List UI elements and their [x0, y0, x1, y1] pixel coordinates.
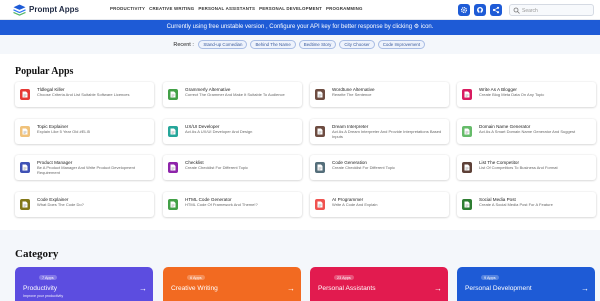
- app-card[interactable]: Checklist Create Checklist For Different …: [163, 155, 302, 180]
- document-icon: [315, 199, 325, 210]
- category-name: Personal Development: [465, 285, 532, 292]
- app-description: Choose Criteria And List Suitable Softwa…: [37, 92, 130, 97]
- app-count-badge: 9 Apps: [481, 275, 499, 280]
- app-description: HTML Code Of Framework And Theme!?: [185, 202, 258, 207]
- app-description: List Of Competitors To Business And Form…: [479, 165, 558, 170]
- app-description: Write A Code And Explain: [332, 202, 378, 207]
- app-description: Correct The Grammer And Make It Suitable…: [185, 92, 285, 97]
- document-icon: [168, 199, 178, 210]
- settings-button[interactable]: [458, 4, 470, 16]
- app-card[interactable]: Tldlegal Killer Choose Criteria And List …: [15, 82, 154, 107]
- recent-chip[interactable]: City Chooser: [339, 40, 375, 49]
- search-icon: [513, 7, 520, 14]
- app-card[interactable]: HTML Code Generator HTML Code Of Framewor…: [163, 192, 302, 217]
- popular-apps-section: Popular Apps Tldlegal Killer Choose Crite…: [0, 54, 600, 230]
- document-icon: [315, 162, 325, 173]
- github-button[interactable]: [474, 4, 486, 16]
- app-card[interactable]: Wordtune Alternative Rewrite The Sentence: [310, 82, 449, 107]
- category-name: Productivity: [23, 285, 58, 292]
- share-button[interactable]: [490, 4, 502, 16]
- document-icon: [20, 126, 30, 137]
- app-card[interactable]: Grammerly Alternative Correct The Grammer…: [163, 82, 302, 107]
- api-key-banner: Currently using free unstable version , …: [0, 20, 600, 35]
- app-description: Act As A Dream Interpreter And Provide I…: [332, 129, 442, 139]
- app-card[interactable]: List The Competitor List Of Competitors T…: [457, 155, 596, 180]
- app-description: Create A Social Media Post For A Feature: [479, 202, 553, 207]
- recent-chip[interactable]: Behind The Name: [250, 40, 296, 49]
- app-card[interactable]: Product Manager Be A Product Manager And …: [15, 155, 154, 180]
- popular-apps-title: Popular Apps: [15, 66, 74, 77]
- document-icon: [462, 199, 472, 210]
- document-icon: [20, 199, 30, 210]
- recent-chip[interactable]: Stand-up Comedian: [198, 40, 248, 49]
- app-description: Create Checklist For Different Topic: [185, 165, 248, 170]
- document-icon: [168, 162, 178, 173]
- main-nav: PRODUCTIVITY CREATIVE WRITING PERSONAL A…: [110, 6, 363, 11]
- category-name: Creative Writing: [171, 285, 218, 292]
- share-icon: [492, 6, 500, 14]
- app-description: What Does The Code Do?: [37, 202, 84, 207]
- nav-personal-assistants[interactable]: PERSONAL ASSISTANTS: [198, 6, 255, 11]
- app-card[interactable]: Topic Explainer Explain Like 5 Year Old #…: [15, 119, 154, 144]
- app-card[interactable]: Social Media Post Create A Social Media P…: [457, 192, 596, 217]
- document-icon: [168, 89, 178, 100]
- app-card[interactable]: Write As A Blogger Create Blog Meta Data …: [457, 82, 596, 107]
- document-icon: [20, 162, 30, 173]
- app-card[interactable]: Code Explainer What Does The Code Do?: [15, 192, 154, 217]
- recent-bar: Recent : Stand-up Comedian Behind The Na…: [0, 40, 600, 49]
- category-card[interactable]: 9 Apps Personal Development →: [457, 267, 595, 301]
- document-icon: [462, 162, 472, 173]
- document-icon: [462, 89, 472, 100]
- document-icon: [315, 89, 325, 100]
- app-card[interactable]: UX/UI Developer Act As A UX/UI Developer …: [163, 119, 302, 144]
- app-description: Act As A UX/UI Developer And Design: [185, 129, 253, 134]
- nav-productivity[interactable]: PRODUCTIVITY: [110, 6, 145, 11]
- app-description: Create Checklist For Different Topic: [332, 165, 395, 170]
- document-icon: [168, 126, 178, 137]
- search-input[interactable]: [522, 6, 590, 15]
- document-icon: [20, 89, 30, 100]
- app-count-badge: 6 Apps: [187, 275, 205, 280]
- top-navbar: Prompt Apps PRODUCTIVITY CREATIVE WRITIN…: [0, 0, 600, 20]
- brand-name[interactable]: Prompt Apps: [29, 5, 79, 14]
- arrow-right-icon: →: [139, 284, 147, 293]
- app-card[interactable]: Dream Interpreter Act As A Dream Interpre…: [310, 119, 449, 144]
- category-description: Improve your productivity: [23, 294, 64, 298]
- app-description: Explain Like 5 Year Old #ELI5: [37, 129, 90, 134]
- app-description: Act As A Smart Domain Name Generator And…: [479, 129, 576, 134]
- nav-creative-writing[interactable]: CREATIVE WRITING: [149, 6, 194, 11]
- arrow-right-icon: →: [434, 284, 442, 293]
- category-card[interactable]: 23 Apps Personal Assistants →: [310, 267, 448, 301]
- nav-programming[interactable]: PROGRAMMING: [326, 6, 363, 11]
- category-title: Category: [15, 248, 59, 260]
- app-description: Create Blog Meta Data On Any Topic: [479, 92, 545, 97]
- recent-label: Recent :: [173, 41, 194, 48]
- category-card[interactable]: 7 Apps Productivity Improve your productiv…: [15, 267, 153, 301]
- app-card[interactable]: Code Generation Create Checklist For Diff…: [310, 155, 449, 180]
- document-icon: [315, 126, 325, 137]
- app-card[interactable]: AI Programmer Write A Code And Explain: [310, 192, 449, 217]
- search-box[interactable]: [509, 4, 594, 16]
- arrow-right-icon: →: [287, 284, 295, 293]
- app-count-badge: 7 Apps: [39, 275, 57, 280]
- app-description: Be A Product Manager And Write Product D…: [37, 165, 135, 175]
- nav-personal-development[interactable]: PERSONAL DEVELOPMENT: [259, 6, 322, 11]
- app-count-badge: 23 Apps: [334, 275, 354, 280]
- document-icon: [462, 126, 472, 137]
- stack-logo-icon[interactable]: [13, 4, 26, 16]
- category-card[interactable]: 6 Apps Creative Writing →: [163, 267, 301, 301]
- github-icon: [477, 7, 483, 13]
- category-name: Personal Assistants: [318, 285, 376, 292]
- gear-icon: [460, 6, 468, 14]
- recent-chip[interactable]: Code Improvement: [377, 40, 426, 49]
- arrow-right-icon: →: [581, 284, 589, 293]
- app-card[interactable]: Domain Name Generator Act As A Smart Doma…: [457, 119, 596, 144]
- app-description: Rewrite The Sentence: [332, 92, 372, 97]
- recent-chip[interactable]: Bedtime Story: [298, 40, 337, 49]
